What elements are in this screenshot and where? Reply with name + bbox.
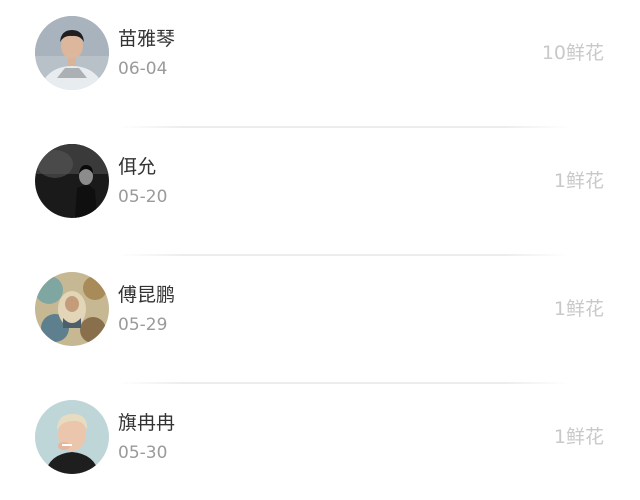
avatar-image	[35, 16, 109, 90]
gift-date: 05-29	[118, 315, 168, 335]
avatar-image	[35, 272, 109, 346]
user-name: 旗冉冉	[118, 412, 176, 434]
avatar[interactable]	[35, 16, 109, 90]
flower-count: 10鲜花	[541, 42, 604, 64]
gift-date: 06-04	[118, 59, 168, 79]
list-item[interactable]: 傅昆鹏 05-29 1鲜花	[0, 256, 640, 384]
list-item[interactable]: 佴允 05-20 1鲜花	[0, 128, 640, 256]
flower-count: 1鲜花	[553, 426, 604, 448]
user-name: 苗雅琴	[118, 28, 176, 50]
avatar[interactable]	[35, 400, 109, 474]
list-item[interactable]: 旗冉冉 05-30 1鲜花	[0, 384, 640, 500]
user-name: 傅昆鹏	[118, 284, 176, 306]
avatar[interactable]	[35, 144, 109, 218]
gift-date: 05-30	[118, 443, 168, 463]
avatar-image	[35, 400, 109, 474]
flower-count: 1鲜花	[553, 298, 604, 320]
user-name: 佴允	[118, 156, 157, 178]
avatar[interactable]	[35, 272, 109, 346]
flower-count: 1鲜花	[553, 170, 604, 192]
flower-gift-list: 苗雅琴 06-04 10鲜花 佴允 05-20 1鲜花 傅昆鹏 05-29 1鲜…	[0, 0, 640, 500]
avatar-image	[35, 144, 109, 218]
gift-date: 05-20	[118, 187, 168, 207]
list-item[interactable]: 苗雅琴 06-04 10鲜花	[0, 0, 640, 128]
